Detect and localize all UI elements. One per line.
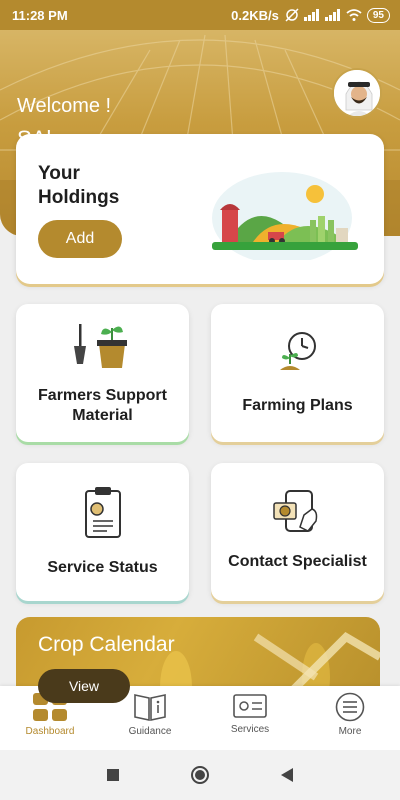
crop-calendar-title: Crop Calendar [38, 633, 175, 656]
network-speed: 0.2KB/s [231, 7, 279, 23]
services-card-icon [233, 694, 267, 718]
tile-label: Service Status [47, 559, 158, 576]
welcome-text: Welcome ! [17, 95, 112, 117]
status-bar: 11:28 PM 0.2KB/s 95 [0, 0, 400, 30]
book-info-icon [134, 694, 166, 721]
service-status-tile[interactable]: Service Status [16, 463, 189, 601]
nav-label: More [338, 726, 362, 737]
phone-camera-icon [272, 490, 317, 532]
wifi-icon [346, 9, 362, 21]
menu-icon [335, 692, 365, 722]
nav-services[interactable]: Services [200, 686, 300, 750]
nav-label: Services [230, 724, 270, 735]
alarm-off-icon [285, 8, 299, 22]
system-nav-bar [0, 750, 400, 800]
nav-label: Dashboard [25, 726, 75, 737]
back-triangle-icon[interactable] [280, 767, 294, 783]
holdings-title: Your Holdings [38, 163, 120, 208]
avatar[interactable] [332, 68, 382, 118]
signal-icon-2 [324, 9, 340, 21]
add-holding-button[interactable]: Add [38, 220, 122, 258]
status-icons: 95 [285, 7, 390, 23]
holdings-card: Your Holdings Add [16, 134, 384, 284]
tile-label: Farmers Support Material [38, 387, 167, 424]
plant-clock-icon [279, 332, 316, 370]
home-circle-icon[interactable] [190, 765, 210, 785]
status-right: 0.2KB/s 95 [231, 7, 390, 23]
nav-label: Guidance [128, 726, 172, 737]
signal-icon [303, 9, 319, 21]
plant-pot-shovel-icon [73, 324, 127, 368]
farm-illustration [212, 172, 358, 260]
battery-indicator: 95 [366, 7, 390, 23]
contact-specialist-tile[interactable]: Contact Specialist [211, 463, 384, 601]
farmers-support-material-tile[interactable]: Farmers Support Material [16, 304, 189, 442]
tile-label: Farming Plans [242, 397, 353, 414]
tile-label: Contact Specialist [228, 553, 367, 570]
status-time: 11:28 PM [12, 7, 68, 23]
farming-plans-tile[interactable]: Farming Plans [211, 304, 384, 442]
view-button[interactable]: View [38, 669, 130, 703]
clipboard-icon [84, 487, 121, 538]
nav-more[interactable]: More [300, 686, 400, 750]
recents-square-icon[interactable] [106, 768, 120, 782]
